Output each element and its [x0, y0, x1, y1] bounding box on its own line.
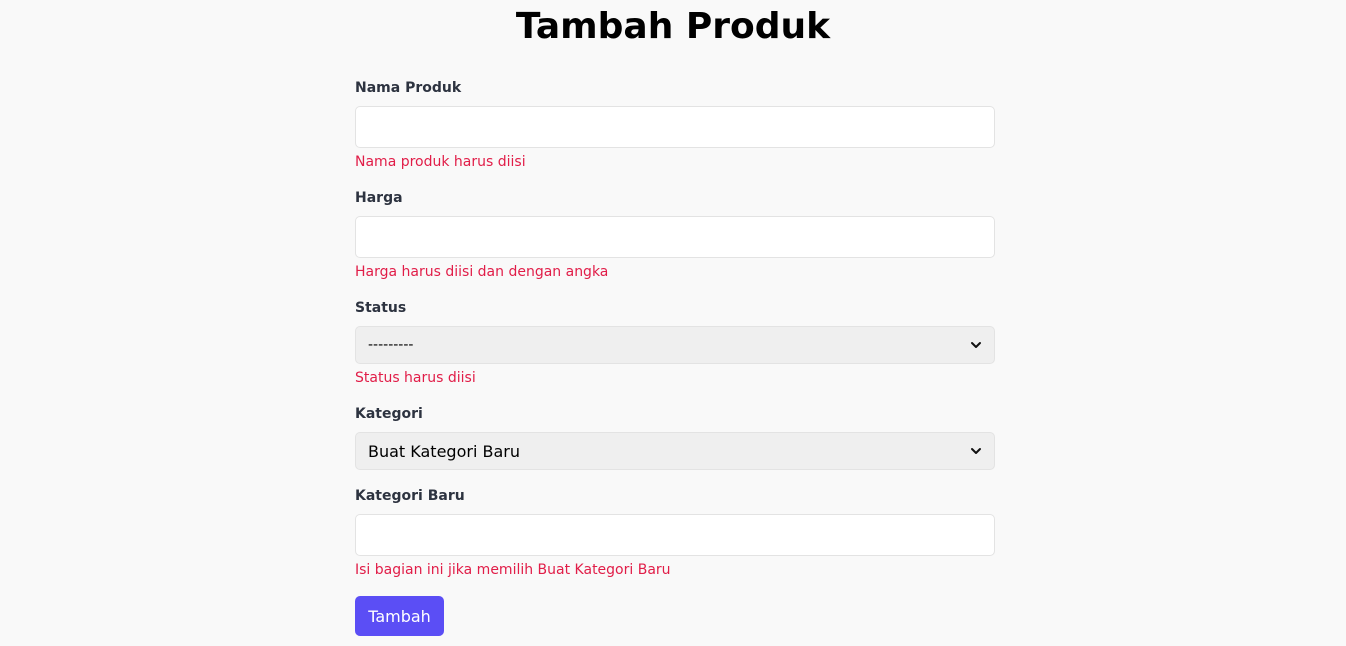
category-label: Kategori: [355, 406, 423, 422]
status-select-value: ---------: [368, 337, 414, 353]
new-category-error: Isi bagian ini jika memilih Buat Kategor…: [355, 562, 671, 578]
category-select[interactable]: Buat Kategori Baru: [355, 432, 995, 470]
product-name-label: Nama Produk: [355, 80, 462, 96]
new-category-input[interactable]: [355, 514, 995, 556]
price-error: Harga harus diisi dan dengan angka: [355, 264, 609, 280]
product-name-error: Nama produk harus diisi: [355, 154, 526, 170]
price-label: Harga: [355, 190, 403, 206]
price-input[interactable]: [355, 216, 995, 258]
status-error: Status harus diisi: [355, 370, 476, 386]
status-label: Status: [355, 300, 407, 316]
category-select-value: Buat Kategori Baru: [368, 441, 520, 461]
new-category-label: Kategori Baru: [355, 488, 465, 504]
product-name-input[interactable]: [355, 106, 995, 148]
page-title: Tambah Produk: [515, 6, 831, 47]
chevron-down-icon: [971, 342, 981, 348]
status-select[interactable]: ---------: [355, 326, 995, 364]
chevron-down-icon: [971, 448, 981, 454]
add-button[interactable]: Tambah: [355, 596, 444, 636]
